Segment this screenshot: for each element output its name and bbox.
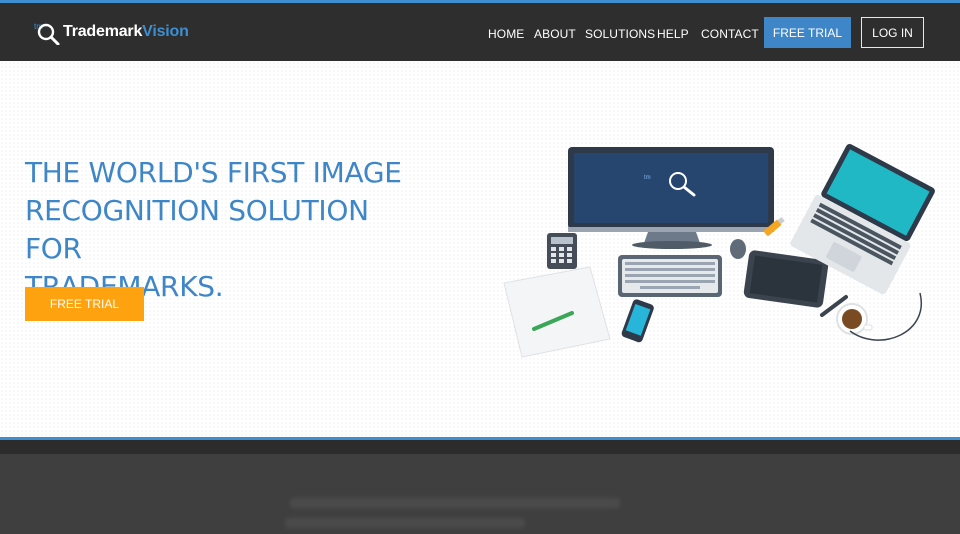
navbar: tm TrademarkVision HOME ABOUT SOLUTIONS … <box>0 3 960 61</box>
magnifier-logo-icon: tm <box>34 19 62 46</box>
hero-free-trial-button[interactable]: FREE TRIAL <box>25 287 144 321</box>
free-trial-button[interactable]: FREE TRIAL <box>764 17 851 48</box>
login-button[interactable]: LOG IN <box>861 17 924 48</box>
dimmed-strip <box>0 440 960 454</box>
logo-text: TrademarkVision <box>63 23 189 41</box>
blurred-text-line-2 <box>285 518 525 528</box>
logo-text-main: Trademark <box>63 23 143 40</box>
hero-title: THE WORLD'S FIRST IMAGE RECOGNITION SOLU… <box>25 154 425 306</box>
keyboard-image <box>618 255 722 297</box>
paper-notepad-image <box>503 266 611 358</box>
nav-home[interactable]: HOME <box>488 27 524 41</box>
nav-help[interactable]: HELP <box>657 27 689 41</box>
monitor-image: tm <box>568 147 774 249</box>
workspace-illustration: tm <box>503 143 935 358</box>
hero-title-line-1: THE WORLD'S FIRST IMAGE <box>25 156 402 189</box>
svg-text:tm: tm <box>644 175 651 181</box>
logo-text-accent: Vision <box>142 23 189 40</box>
nav-solutions[interactable]: SOLUTIONS <box>585 27 655 41</box>
nav-about[interactable]: ABOUT <box>534 27 576 41</box>
smartphone-image <box>621 299 654 343</box>
hero-slider: THE WORLD'S FIRST IMAGE RECOGNITION SOLU… <box>0 61 960 484</box>
logo[interactable]: tm TrademarkVision <box>34 19 189 46</box>
mouse-image <box>730 239 746 259</box>
below-fold-overlay <box>0 440 960 534</box>
coffee-cup-image <box>836 303 873 335</box>
hero-title-line-2: RECOGNITION SOLUTION FOR <box>25 194 369 265</box>
calculator-image <box>547 233 577 269</box>
blurred-text-line-1 <box>290 498 620 508</box>
nav-contact[interactable]: CONTACT <box>701 27 759 41</box>
